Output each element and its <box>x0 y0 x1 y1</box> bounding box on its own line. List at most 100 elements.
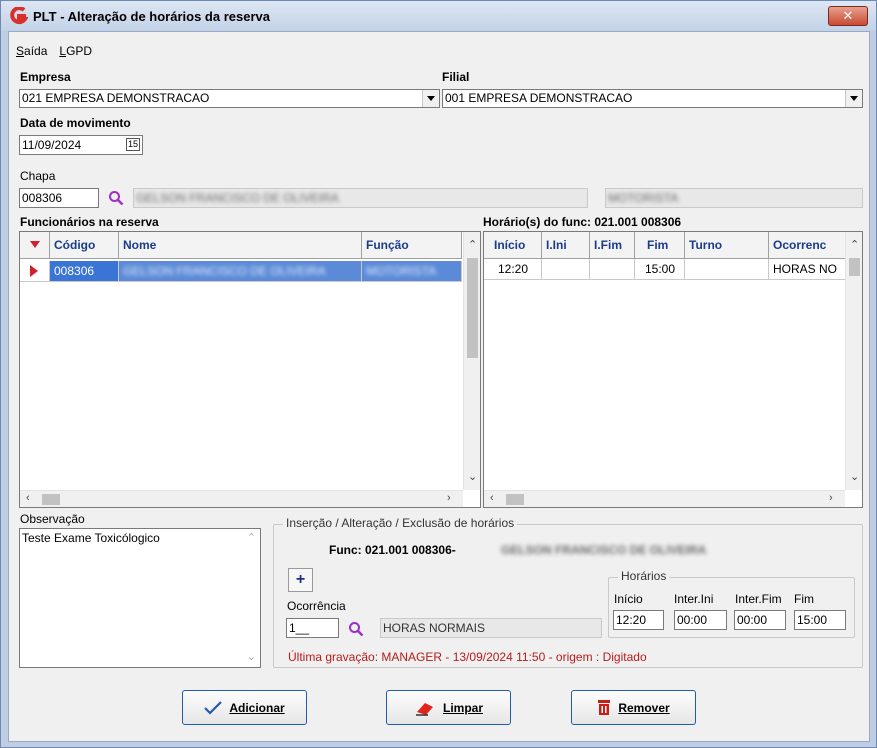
title-bar[interactable]: PLT - Alteração de horários da reserva ✕ <box>1 1 876 31</box>
data-movimento-label: Data de movimento <box>20 116 131 130</box>
cell-funcao[interactable]: MOTORISTA <box>362 261 462 282</box>
scroll-up-icon[interactable]: ⌃ <box>468 238 477 251</box>
scroll-right-icon[interactable]: › <box>447 492 451 504</box>
chevron-down-icon[interactable] <box>845 90 862 107</box>
chapa-nome-field: GELSON FRANCISCO DE OLIVEIRA <box>133 188 588 208</box>
limpar-button[interactable]: Limpar <box>386 690 511 725</box>
table-row[interactable]: 12:20 15:00 HORAS NO <box>484 259 847 280</box>
scroll-down-icon[interactable]: ⌄ <box>850 470 859 483</box>
remover-label: Remover <box>618 700 670 715</box>
cell-ifim[interactable] <box>590 259 635 280</box>
horarios-grid[interactable]: Início I.Ini I.Fim Fim Turno Ocorrenc 12… <box>483 231 863 508</box>
column-header-ifim[interactable]: I.Fim <box>590 232 635 259</box>
column-header-inicio[interactable]: Início <box>484 232 542 259</box>
ocorrencia-label: Ocorrência <box>287 599 346 613</box>
funcionarios-title: Funcionários na reserva <box>20 215 159 229</box>
func-name: GELSON FRANCISCO DE OLIVEIRA <box>501 543 707 557</box>
cell-inicio[interactable]: 12:20 <box>484 259 542 280</box>
filial-select[interactable]: 001 EMPRESA DEMONSTRACAO <box>442 89 863 108</box>
eraser-icon <box>415 702 433 716</box>
trash-icon <box>598 700 611 715</box>
observacao-label: Observação <box>20 512 85 526</box>
column-header-nome[interactable]: Nome <box>119 232 362 259</box>
adicionar-label: Adicionar <box>229 700 285 715</box>
menu-bar: Saída LGPD <box>16 44 92 58</box>
chapa-input[interactable]: 008306 <box>19 188 99 208</box>
scroll-up-icon[interactable]: ⌃ <box>850 238 859 251</box>
cell-turno[interactable] <box>685 259 769 280</box>
fim-input[interactable]: 15:00 <box>794 610 846 630</box>
search-icon[interactable] <box>348 621 364 637</box>
cell-nome-text: GELSON FRANCISCO DE OLIVEIRA <box>123 264 326 278</box>
chapa-funcao-value: MOTORISTA <box>608 191 679 205</box>
ocorrencia-desc-field: HORAS NORMAIS <box>380 618 602 638</box>
vertical-scrollbar[interactable]: ⌃ ⌄ <box>463 232 480 490</box>
inter-fim-input[interactable]: 00:00 <box>734 610 786 630</box>
inter-ini-input[interactable]: 00:00 <box>674 610 727 630</box>
cell-codigo[interactable]: 008306 <box>50 261 119 282</box>
scroll-thumb[interactable] <box>467 258 478 358</box>
data-movimento-input[interactable]: 11/09/2024 15 <box>19 135 143 155</box>
fim-label: Fim <box>794 592 814 606</box>
chapa-funcao-field: MOTORISTA <box>605 188 863 208</box>
column-header-funcao[interactable]: Função <box>362 232 462 259</box>
scroll-left-icon[interactable]: ‹ <box>26 492 30 504</box>
cell-nome[interactable]: GELSON FRANCISCO DE OLIVEIRA <box>119 261 362 282</box>
column-header-fim[interactable]: Fim <box>635 232 685 259</box>
inicio-input[interactable]: 12:20 <box>613 610 664 630</box>
remover-button[interactable]: Remover <box>571 690 696 725</box>
scroll-up-icon[interactable]: ⌃ <box>247 531 256 546</box>
close-button[interactable]: ✕ <box>828 6 868 26</box>
funcionarios-grid[interactable]: Código Nome Função 008306 GELSON FRANCIS… <box>19 231 481 508</box>
horarios-header: Início I.Ini I.Fim Fim Turno Ocorrenc <box>484 232 847 259</box>
table-row[interactable]: 008306 GELSON FRANCISCO DE OLIVEIRA MOTO… <box>20 261 462 282</box>
calendar-icon[interactable]: 15 <box>126 138 140 151</box>
inter-fim-value: 00:00 <box>737 613 768 627</box>
sort-indicator-icon[interactable] <box>20 232 50 259</box>
observacao-value: Teste Exame Toxicólogico <box>22 531 160 545</box>
vertical-scrollbar[interactable]: ⌃ ⌄ <box>845 232 862 490</box>
func-label: Func: 021.001 008306- <box>329 543 456 557</box>
plus-icon[interactable]: + <box>288 568 313 592</box>
horarios-subgroup-title: Horários <box>618 569 670 583</box>
chapa-nome-value: GELSON FRANCISCO DE OLIVEIRA <box>136 191 339 205</box>
cell-ocorrencia[interactable]: HORAS NO <box>769 259 847 280</box>
horizontal-scrollbar[interactable]: ‹ › <box>484 490 845 507</box>
inter-ini-label: Inter.Ini <box>674 592 714 606</box>
inter-fim-label: Inter.Fim <box>735 592 782 606</box>
filial-label: Filial <box>442 70 470 84</box>
observacao-textarea[interactable]: Teste Exame Toxicólogico ⌃ ⌄ <box>19 528 261 668</box>
search-icon[interactable] <box>108 190 124 206</box>
scroll-left-icon[interactable]: ‹ <box>490 492 494 504</box>
horizontal-scrollbar[interactable]: ‹ › <box>20 490 463 507</box>
inicio-value: 12:20 <box>616 613 647 627</box>
insercao-title: Inserção / Alteração / Exclusão de horár… <box>283 516 518 530</box>
cell-iini[interactable] <box>542 259 590 280</box>
client-area: Saída LGPD Empresa 021 EMPRESA DEMONSTRA… <box>8 31 870 742</box>
column-header-codigo[interactable]: Código <box>50 232 119 259</box>
limpar-label: Limpar <box>442 700 483 715</box>
scroll-thumb[interactable] <box>42 494 60 505</box>
column-header-ocorrencia[interactable]: Ocorrenc <box>769 232 847 259</box>
scroll-thumb[interactable] <box>849 258 860 276</box>
column-header-iini[interactable]: I.Ini <box>542 232 590 259</box>
menu-item-lgpd[interactable]: LGPD <box>59 44 92 58</box>
ocorrencia-code-input[interactable]: 1__ <box>286 618 339 638</box>
empresa-select[interactable]: 021 EMPRESA DEMONSTRACAO <box>19 89 440 108</box>
menu-item-saida[interactable]: Saída <box>16 44 47 58</box>
app-window: PLT - Alteração de horários da reserva ✕… <box>0 0 877 748</box>
adicionar-button[interactable]: Adicionar <box>182 690 307 725</box>
column-header-turno[interactable]: Turno <box>685 232 769 259</box>
scroll-thumb[interactable] <box>506 494 524 505</box>
fim-value: 15:00 <box>797 613 828 627</box>
scroll-down-icon[interactable]: ⌄ <box>247 650 256 665</box>
chevron-down-icon[interactable] <box>422 90 439 107</box>
chapa-label: Chapa <box>20 169 56 183</box>
scroll-down-icon[interactable]: ⌄ <box>468 470 477 483</box>
funcionarios-header: Código Nome Função <box>20 232 462 259</box>
check-icon <box>204 700 223 715</box>
data-movimento-value: 11/09/2024 <box>22 138 82 152</box>
scroll-right-icon[interactable]: › <box>829 492 833 504</box>
horarios-title: Horário(s) do func: 021.001 008306 <box>483 215 682 229</box>
cell-fim[interactable]: 15:00 <box>635 259 685 280</box>
